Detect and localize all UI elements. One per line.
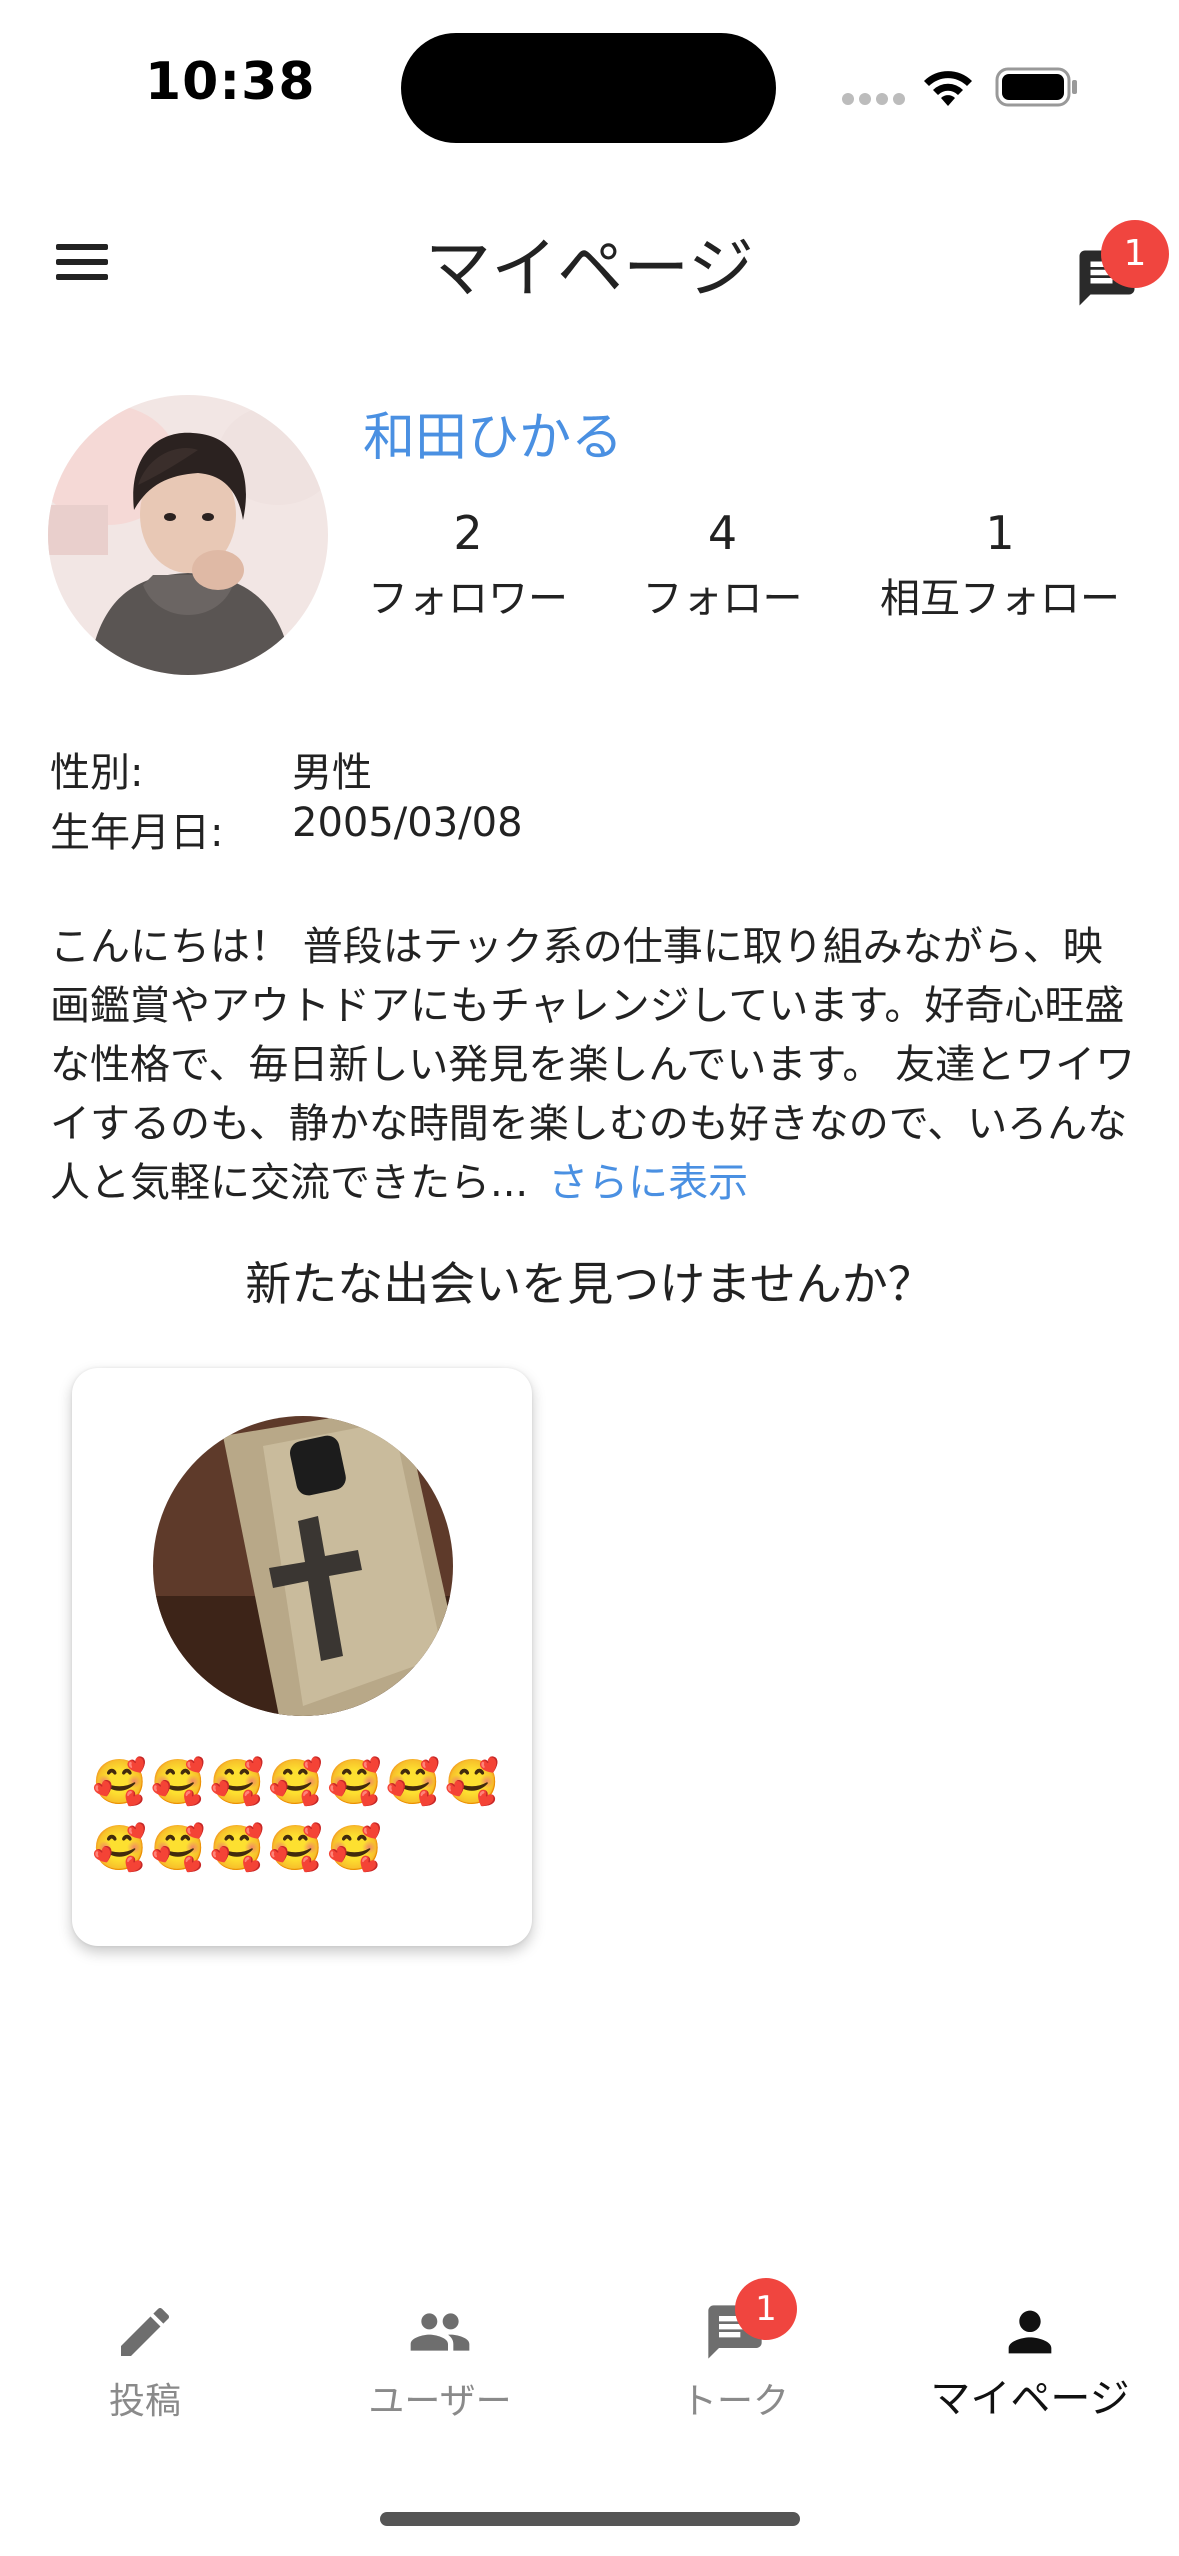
talk-badge: 1 (735, 2278, 797, 2340)
app-header: マイページ 1 (0, 190, 1179, 330)
following-label: フォロー (642, 576, 803, 622)
followers-count: 2 (453, 506, 483, 560)
cellular-signal-icon (842, 93, 906, 107)
nav-tab-users[interactable]: ユーザー (330, 2270, 550, 2450)
discover-heading: 新たな出会いを見つけませんか？ (245, 1257, 934, 1311)
birthday-value: 2005/03/08 (292, 800, 523, 846)
followers-stat[interactable]: 2 フォロワー (363, 505, 573, 629)
nav-label-mypage: マイページ (930, 2376, 1130, 2422)
mutual-follow-count: 1 (985, 506, 1015, 560)
post-card[interactable]: 🥰🥰🥰🥰🥰🥰🥰🥰🥰🥰🥰🥰 (72, 1368, 532, 1946)
gender-row: 性別: 男性 (50, 740, 1050, 796)
nav-tab-mypage[interactable]: マイページ (900, 2270, 1160, 2450)
dynamic-island (401, 33, 776, 143)
bottom-navigation: 投稿 ユーザー 1 トーク マイページ (0, 2270, 1179, 2556)
birthday-label: 生年月日: (50, 810, 224, 856)
nav-tab-post[interactable]: 投稿 (60, 2270, 230, 2450)
wifi-icon (924, 71, 972, 106)
message-count-badge: 1 (1101, 220, 1169, 288)
status-time: 10:38 (145, 52, 316, 112)
followers-label: フォロワー (368, 576, 568, 622)
gender-label: 性別: (50, 750, 144, 796)
post-card-text: 🥰🥰🥰🥰🥰🥰🥰🥰🥰🥰🥰🥰 (92, 1757, 504, 1874)
mutual-follow-stat[interactable]: 1 相互フォロー (870, 505, 1130, 629)
cross-phone-case-photo (153, 1416, 453, 1716)
mutual-follow-label: 相互フォロー (880, 576, 1120, 622)
page-title: マイページ (425, 230, 754, 307)
show-more-link[interactable]: さらに表示 (548, 1160, 748, 1206)
status-bar: 10:38 (0, 0, 1179, 170)
following-stat[interactable]: 4 フォロー (635, 505, 810, 629)
birthday-row: 生年月日: 2005/03/08 (50, 800, 1050, 856)
following-count: 4 (707, 506, 738, 560)
battery-icon (995, 67, 1077, 107)
users-icon (410, 2313, 470, 2351)
nav-tab-talk[interactable]: 1 トーク (640, 2270, 830, 2450)
home-indicator[interactable] (380, 2512, 800, 2526)
nav-label-post: 投稿 (108, 2381, 181, 2422)
profile-avatar[interactable] (48, 395, 328, 675)
messages-button[interactable]: 1 (1064, 220, 1174, 320)
nav-label-users: ユーザー (368, 2381, 512, 2422)
user-name-link[interactable]: 和田ひかる (363, 395, 623, 470)
nav-label-talk: トーク (680, 2381, 789, 2422)
profile-bio: こんにちは！ 普段はテック系の仕事に取り組みながら、映画鑑賞やアウトドアにもチャ… (50, 918, 1140, 1213)
person-icon (1008, 2310, 1052, 2354)
post-image (153, 1416, 453, 1716)
pencil-icon (121, 2307, 170, 2356)
avatar-photo (48, 395, 328, 675)
gender-value: 男性 (292, 750, 372, 796)
